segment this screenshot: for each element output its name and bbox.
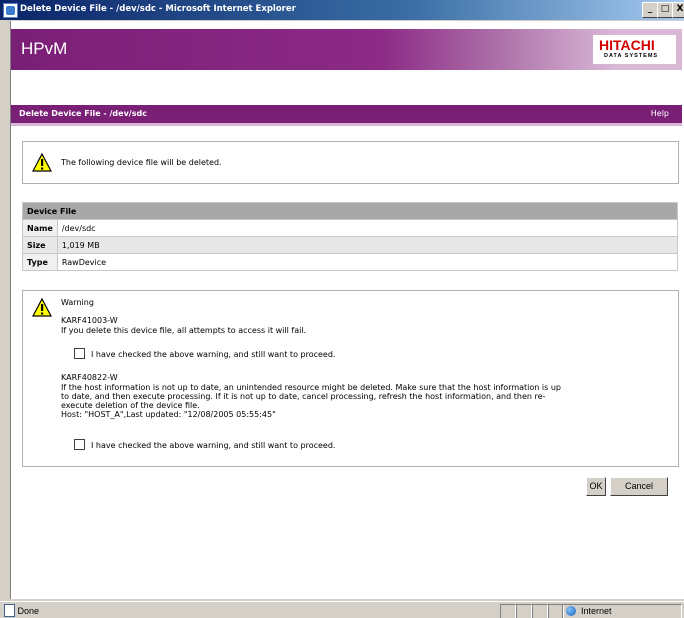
confirm-checkbox-2[interactable] bbox=[74, 439, 85, 450]
hitachi-logo: HITACHI DATA SYSTEMS bbox=[593, 35, 676, 64]
status-segment bbox=[500, 604, 516, 618]
row-value: /dev/sdc bbox=[56, 219, 679, 237]
close-button[interactable]: X bbox=[672, 2, 684, 18]
status-segment bbox=[516, 604, 532, 618]
row-value: 1,019 MB bbox=[56, 236, 679, 254]
page-done-icon bbox=[4, 604, 15, 617]
warning-message-2-line-2: to date, and then execute processing. If… bbox=[61, 392, 546, 401]
title-bar: Delete Device File - /dev/sdc - Microsof… bbox=[0, 0, 684, 20]
row-value: RawDevice bbox=[56, 253, 679, 271]
status-text: Done bbox=[17, 605, 40, 616]
confirm-checkbox-1-label: I have checked the above warning, and st… bbox=[91, 350, 336, 359]
warning-title: Warning bbox=[61, 298, 94, 307]
status-bar: Done Internet bbox=[0, 601, 684, 618]
info-message-box: The following device file will be delete… bbox=[22, 141, 679, 184]
table-header: Device File bbox=[22, 202, 678, 220]
device-file-table: Device File Name /dev/sdc Size 1,019 MB … bbox=[22, 202, 679, 271]
maximize-button[interactable]: □ bbox=[657, 2, 673, 18]
window-title: Delete Device File - /dev/sdc - Microsof… bbox=[20, 4, 296, 14]
warning-message-2-line-3: execute deletion of the device file. bbox=[61, 401, 200, 410]
warning-box: Warning KARF41003-W If you delete this d… bbox=[22, 290, 679, 467]
logo-sub-text: DATA SYSTEMS bbox=[604, 53, 659, 59]
warning-code-1: KARF41003-W bbox=[61, 316, 118, 325]
cancel-button[interactable]: Cancel bbox=[610, 477, 668, 496]
table-row: Type RawDevice bbox=[22, 253, 679, 271]
row-label: Size bbox=[22, 236, 58, 254]
confirm-checkbox-1[interactable] bbox=[74, 348, 85, 359]
ok-button[interactable]: OK bbox=[586, 477, 606, 496]
ie-page-icon bbox=[3, 3, 18, 18]
warning-message-2-line-1: If the host information is not up to dat… bbox=[61, 383, 561, 392]
table-row: Size 1,019 MB bbox=[22, 236, 679, 254]
internet-globe-icon bbox=[566, 606, 576, 616]
security-zone: Internet bbox=[562, 604, 682, 618]
browser-window: Delete Device File - /dev/sdc - Microsof… bbox=[0, 0, 684, 618]
warning-icon bbox=[32, 298, 52, 317]
dialog-title: Delete Device File - /dev/sdc bbox=[19, 109, 147, 118]
warning-code-2: KARF40822-W bbox=[61, 373, 118, 382]
row-label: Name bbox=[22, 219, 58, 237]
info-message: The following device file will be delete… bbox=[61, 158, 222, 167]
status-segment bbox=[532, 604, 548, 618]
table-row: Name /dev/sdc bbox=[22, 219, 679, 237]
page-content: HPvM HITACHI DATA SYSTEMS Delete Device … bbox=[10, 21, 684, 599]
app-name: HPvM bbox=[21, 39, 68, 58]
minimize-button[interactable]: _ bbox=[642, 2, 658, 18]
dialog-title-bar: Delete Device File - /dev/sdc Help bbox=[11, 105, 682, 126]
host-info-line: Host: "HOST_A",Last updated: "12/08/2005… bbox=[61, 410, 276, 419]
logo-main-text: HITACHI bbox=[599, 37, 655, 53]
warning-icon bbox=[32, 153, 52, 172]
zone-label: Internet bbox=[581, 606, 612, 616]
app-header: HPvM HITACHI DATA SYSTEMS bbox=[11, 29, 682, 70]
help-link[interactable]: Help bbox=[651, 109, 669, 118]
warning-message-1: If you delete this device file, all atte… bbox=[61, 326, 307, 335]
confirm-checkbox-2-label: I have checked the above warning, and st… bbox=[91, 441, 336, 450]
row-label: Type bbox=[22, 253, 58, 271]
status-text-wrap: Done bbox=[4, 604, 40, 618]
